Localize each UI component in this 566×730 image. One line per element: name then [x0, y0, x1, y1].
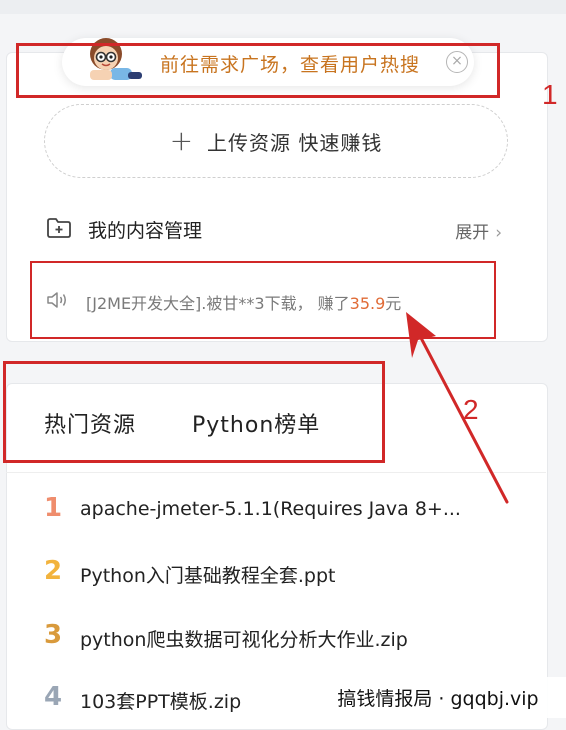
- rank-number: 1: [44, 493, 63, 523]
- rank-number: 2: [44, 556, 63, 586]
- upload-resource-label: 上传资源 快速赚钱: [207, 130, 383, 155]
- folder-plus-icon: [47, 218, 71, 238]
- annotation-label-1: 1: [542, 79, 558, 110]
- watermark: 搞钱情报局 · gqqbj.vip: [310, 677, 566, 718]
- top-strip: [0, 0, 566, 14]
- annotation-box-ticker: [30, 261, 496, 339]
- expand-label: 展开: [455, 223, 490, 243]
- content-management-title: 我的内容管理: [88, 220, 203, 242]
- rank-number: 4: [44, 682, 63, 712]
- list-item[interactable]: 1 apache-jmeter-5.1.1(Requires Java 8+..…: [44, 493, 524, 529]
- resource-title[interactable]: python爬虫数据可视化分析大作业.zip: [80, 625, 524, 652]
- list-item[interactable]: 3 python爬虫数据可视化分析大作业.zip: [44, 620, 524, 656]
- rank-number: 3: [44, 620, 63, 650]
- list-item[interactable]: 2 Python入门基础教程全套.ppt: [44, 556, 524, 592]
- annotation-box-tabs: [3, 361, 385, 463]
- tabs-divider: [6, 472, 546, 473]
- annotation-box-notice: [16, 43, 500, 98]
- expand-link[interactable]: 展开 ›: [455, 218, 502, 243]
- plus-icon: +: [169, 124, 194, 157]
- upload-resource-button[interactable]: + 上传资源 快速赚钱: [44, 104, 508, 178]
- chevron-right-icon: ›: [495, 223, 502, 243]
- annotation-label-2: 2: [463, 394, 479, 425]
- content-management-row[interactable]: 我的内容管理 展开 ›: [46, 214, 506, 244]
- resource-title[interactable]: Python入门基础教程全套.ppt: [80, 561, 524, 588]
- resource-title[interactable]: apache-jmeter-5.1.1(Requires Java 8+...: [80, 498, 524, 520]
